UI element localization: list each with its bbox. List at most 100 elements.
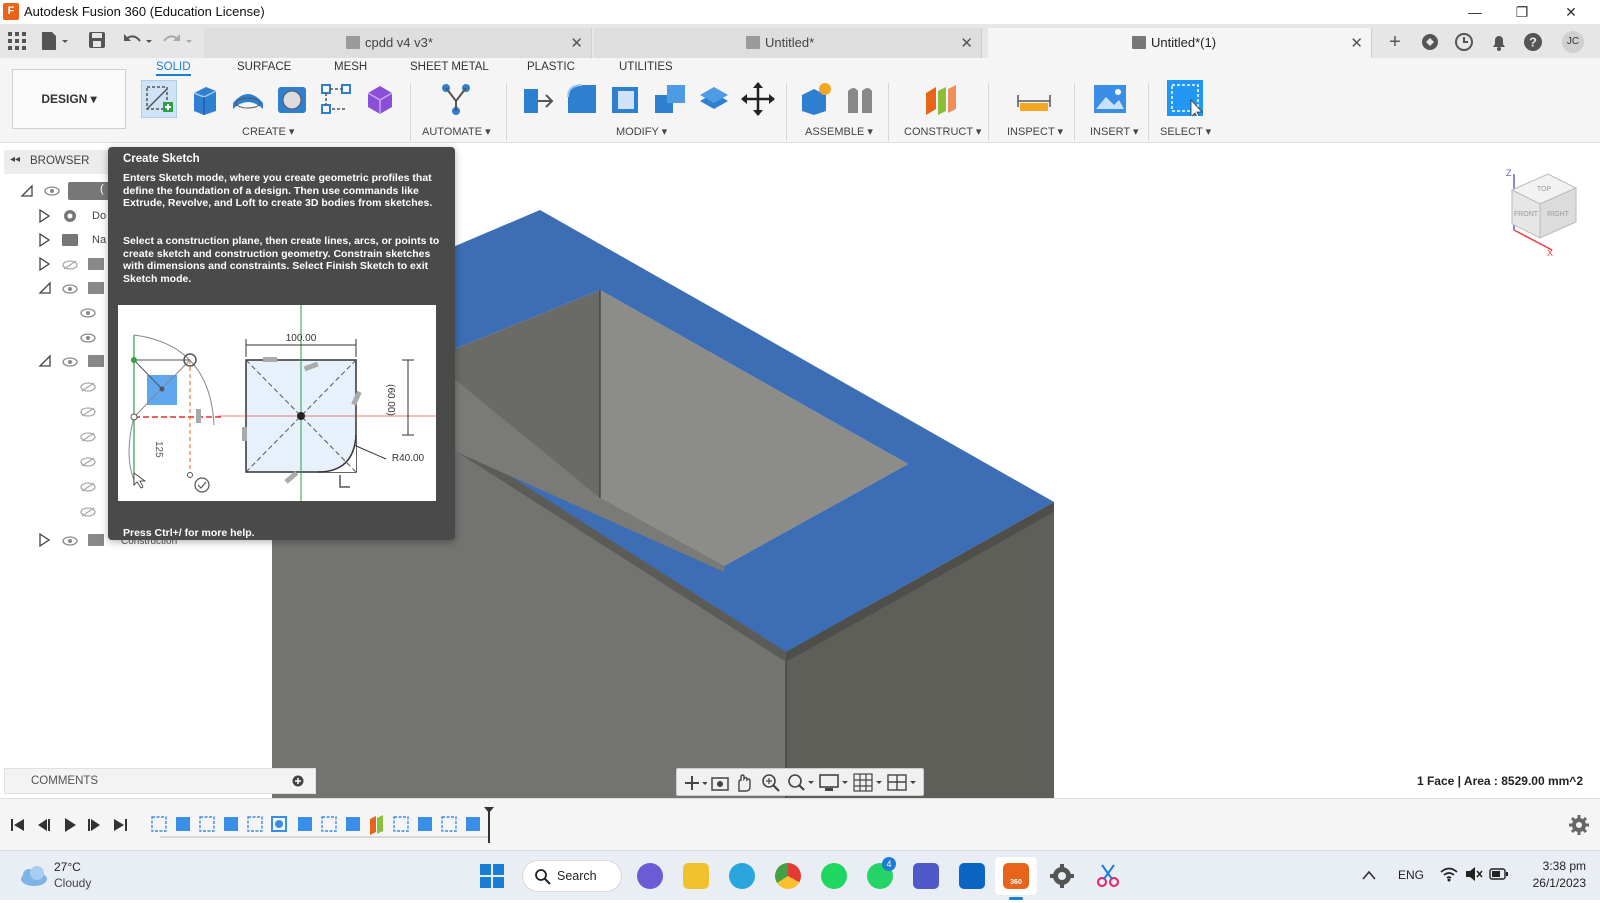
fusion-360-icon[interactable]: 360 [1003,863,1029,889]
go-to-end-icon[interactable] [112,817,128,833]
document-settings-label[interactable]: Do [92,210,106,222]
browser-panel-header[interactable]: ◂◂ BROWSER [4,150,114,174]
select-menu[interactable]: SELECT ▾ [1160,125,1211,138]
measure-icon[interactable] [1016,81,1052,117]
chrome-icon[interactable] [775,863,801,889]
teams-chat-icon[interactable] [637,863,663,889]
weather-cloud-icon[interactable] [18,865,48,887]
workspace-switcher-button[interactable]: DESIGN ▾ [12,69,126,129]
wifi-icon[interactable] [1440,866,1458,882]
tab-cpdd-v4-v3[interactable]: cpdd v4 v3* ✕ [204,28,592,58]
extensions-icon[interactable] [1420,32,1440,52]
assemble-menu[interactable]: ASSEMBLE ▾ [805,125,873,138]
expand-triangle-icon[interactable] [38,233,50,247]
press-pull-icon[interactable] [520,81,556,117]
hidden-eye-icon[interactable] [80,457,96,467]
fillet-icon[interactable] [564,81,600,117]
show-hidden-icons-chevron-icon[interactable] [1362,869,1376,881]
visibility-eye-icon[interactable] [62,536,78,546]
visibility-eye-icon[interactable] [62,284,78,294]
collapse-triangle-icon[interactable] [20,184,34,198]
settings-gear-icon[interactable] [1049,863,1075,889]
weather-condition[interactable]: Cloudy [54,876,91,890]
minimize-button[interactable]: — [1452,0,1498,24]
grid-settings-icon[interactable] [853,773,883,793]
battery-icon[interactable] [1489,868,1509,880]
hidden-eye-icon[interactable] [80,507,96,517]
expand-triangle-icon[interactable] [38,257,50,271]
offset-face-icon[interactable] [696,81,732,117]
shell-icon[interactable] [608,81,644,117]
clock-date[interactable]: 26/1/2023 [1518,876,1586,890]
tab-sheet-metal[interactable]: SHEET METAL [410,61,489,73]
file-explorer-icon[interactable] [683,863,709,889]
hidden-eye-icon[interactable] [80,432,96,442]
automate-icon[interactable] [438,81,474,117]
tab-untitled[interactable]: Untitled* ✕ [594,28,982,58]
tab-solid[interactable]: SOLID [156,61,191,76]
play-icon[interactable] [62,817,78,833]
move-copy-icon[interactable] [740,81,776,117]
tab-plastic[interactable]: PLASTIC [527,61,575,73]
step-back-icon[interactable] [36,817,52,833]
input-language[interactable]: ENG [1398,868,1424,882]
save-icon[interactable] [88,31,106,49]
root-component-row[interactable]: ( [68,182,112,200]
modify-menu[interactable]: MODIFY ▾ [616,125,667,138]
create-sketch-icon[interactable] [141,80,177,118]
speaker-muted-icon[interactable] [1465,866,1483,882]
offset-plane-icon[interactable] [922,81,958,117]
close-button[interactable]: ✕ [1548,0,1594,24]
extrude-icon[interactable] [186,81,222,117]
hidden-eye-icon[interactable] [80,382,96,392]
form-icon[interactable] [362,81,398,117]
undo-icon[interactable] [122,31,154,51]
hidden-eye-icon[interactable] [80,482,96,492]
job-status-icon[interactable] [1454,32,1474,52]
close-tab-icon[interactable]: ✕ [570,34,583,52]
visibility-eye-icon[interactable] [80,308,96,318]
display-settings-icon[interactable] [819,773,849,793]
new-tab-plus-icon[interactable]: + [1384,31,1406,53]
user-avatar[interactable]: JC [1562,31,1584,53]
clock-time[interactable]: 3:38 pm [1530,859,1586,873]
comments-panel[interactable]: COMMENTS [4,768,316,794]
insert-menu[interactable]: INSERT ▾ [1090,125,1139,138]
file-menu-icon[interactable] [40,31,70,51]
outlook-icon[interactable] [959,863,985,889]
automate-menu[interactable]: AUTOMATE ▾ [422,125,491,138]
expand-triangle-icon[interactable] [38,209,50,223]
close-tab-icon[interactable]: ✕ [1350,34,1363,52]
tab-utilities[interactable]: UTILITIES [619,61,673,73]
inspect-menu[interactable]: INSPECT ▾ [1007,125,1063,138]
construct-menu[interactable]: CONSTRUCT ▾ [904,125,981,138]
go-to-start-icon[interactable] [10,817,26,833]
revolve-icon[interactable] [230,81,266,117]
named-views-label[interactable]: Na [92,234,106,246]
select-icon[interactable] [1167,80,1203,116]
step-forward-icon[interactable] [86,817,102,833]
telegram-icon[interactable] [729,863,755,889]
hole-icon[interactable] [274,81,310,117]
combine-icon[interactable] [652,81,688,117]
notifications-bell-icon[interactable] [1489,32,1509,52]
fit-zoom-icon[interactable] [787,773,815,793]
weather-temperature[interactable]: 27°C [54,860,81,874]
timeline-features[interactable] [148,805,508,845]
teams-icon[interactable] [913,863,939,889]
pan-hand-icon[interactable] [735,773,753,793]
pattern-icon[interactable] [318,81,354,117]
hidden-eye-icon[interactable] [80,407,96,417]
look-at-icon[interactable] [711,774,729,792]
viewports-icon[interactable] [887,773,917,793]
collapse-triangle-icon[interactable] [38,281,52,295]
collapse-browser-icon[interactable]: ◂◂ [10,154,20,165]
expand-triangle-icon[interactable] [38,533,50,547]
spotify-icon[interactable] [821,863,847,889]
tab-surface[interactable]: SURFACE [237,61,291,73]
visibility-eye-icon[interactable] [44,186,60,196]
orbit-icon[interactable] [683,774,707,792]
tab-mesh[interactable]: MESH [334,61,367,73]
create-menu[interactable]: CREATE ▾ [242,125,294,138]
hidden-eye-icon[interactable] [62,260,78,270]
